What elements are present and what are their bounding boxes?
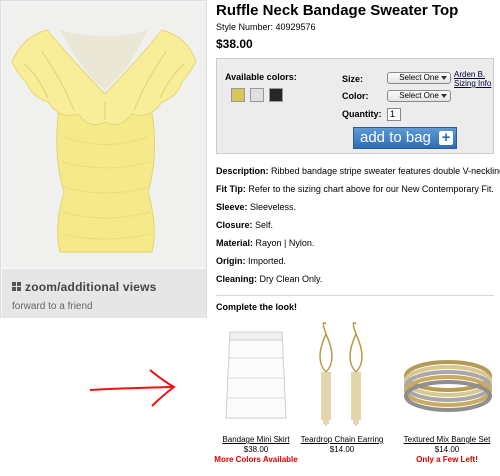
detail-label: Origin: <box>216 256 246 266</box>
detail-row: Material: Rayon | Nylon. <box>216 238 314 248</box>
detail-text: Imported. <box>245 256 287 266</box>
detail-text: Rayon | Nylon. <box>253 238 315 248</box>
size-select[interactable]: Select One <box>387 72 451 84</box>
quantity-label: Quantity: <box>342 109 382 119</box>
detail-label: Closure: <box>216 220 253 230</box>
detail-label: Description: <box>216 166 269 176</box>
product-note: Only a Few Left! <box>416 455 478 464</box>
zoom-label: zoom/additional views <box>25 280 157 294</box>
options-box: Available colors: Size: Select One Arden… <box>216 58 494 154</box>
bangle-image[interactable] <box>402 320 494 430</box>
product-name-link[interactable]: Bandage Mini Skirt <box>206 435 306 444</box>
detail-row: Closure: Self. <box>216 220 273 230</box>
color-label: Color: <box>342 91 369 101</box>
plus-icon: + <box>439 130 453 145</box>
detail-label: Fit Tip: <box>216 184 246 194</box>
product-price: $14.00 <box>329 445 355 454</box>
complete-look-divider <box>216 295 494 296</box>
detail-label: Material: <box>216 238 254 248</box>
color-swatch-yellow[interactable] <box>231 88 245 102</box>
sizing-info-link[interactable]: Arden B. Sizing Info <box>454 70 491 88</box>
color-select[interactable]: Select One <box>387 90 451 102</box>
sizing-line2: Sizing Info <box>454 79 492 88</box>
detail-text: Self. <box>252 220 274 230</box>
detail-row: Origin: Imported. <box>216 256 286 266</box>
detail-row: Cleaning: Dry Clean Only. <box>216 274 322 284</box>
detail-row: Sleeve: Sleeveless. <box>216 202 296 212</box>
yellow-ruffle-top-image <box>11 29 197 253</box>
skirt-image[interactable] <box>222 320 290 430</box>
detail-text: Sleeveless. <box>247 202 297 212</box>
color-select-value: Select One <box>399 91 439 100</box>
color-swatch-black[interactable] <box>269 88 283 102</box>
detail-text: Ribbed bandage stripe sweater features d… <box>268 166 500 176</box>
earring-image[interactable] <box>312 320 372 430</box>
detail-row: Fit Tip: Refer to the sizing chart above… <box>216 184 494 194</box>
product-title: Ruffle Neck Bandage Sweater Top <box>216 2 459 19</box>
product-note: More Colors Available <box>214 455 298 464</box>
detail-text: Dry Clean Only. <box>257 274 323 284</box>
product-price: $38.00 <box>243 445 269 454</box>
product-name-link[interactable]: Textured Mix Bangle Set <box>397 435 497 444</box>
product-price: $14.00 <box>434 445 460 454</box>
sizing-line1: Arden B. <box>454 70 486 79</box>
add-to-bag-label: add to bag <box>360 129 431 146</box>
size-label: Size: <box>342 74 364 84</box>
red-arrow-annotation <box>89 369 176 407</box>
product-name-link[interactable]: Teardrop Chain Earring <box>292 435 392 444</box>
size-select-value: Select One <box>399 73 439 82</box>
quantity-input[interactable]: 1 <box>387 108 401 121</box>
chevron-down-icon <box>441 76 447 80</box>
style-number: Style Number: 40929576 <box>216 22 316 32</box>
chevron-down-icon <box>441 94 447 98</box>
product-photo[interactable] <box>2 2 206 267</box>
zoom-additional-views-link[interactable]: zoom/additional views <box>12 280 157 294</box>
forward-to-friend-link[interactable]: forward to a friend <box>12 301 93 312</box>
zoom-bar: zoom/additional views forward to a frien… <box>2 269 206 318</box>
grid-icon <box>12 282 21 291</box>
detail-label: Sleeve: <box>216 202 248 212</box>
detail-label: Cleaning: <box>216 274 258 284</box>
product-image-panel: zoom/additional views forward to a frien… <box>0 0 207 318</box>
available-colors-label: Available colors: <box>225 72 297 82</box>
detail-text: Refer to the sizing chart above for our … <box>245 184 494 194</box>
product-price: $38.00 <box>216 37 253 51</box>
detail-row: Description: Ribbed bandage stripe sweat… <box>216 166 500 176</box>
color-swatch-grey[interactable] <box>250 88 264 102</box>
add-to-bag-button[interactable]: add to bag + <box>353 127 457 149</box>
complete-look-title: Complete the look! <box>216 302 298 312</box>
